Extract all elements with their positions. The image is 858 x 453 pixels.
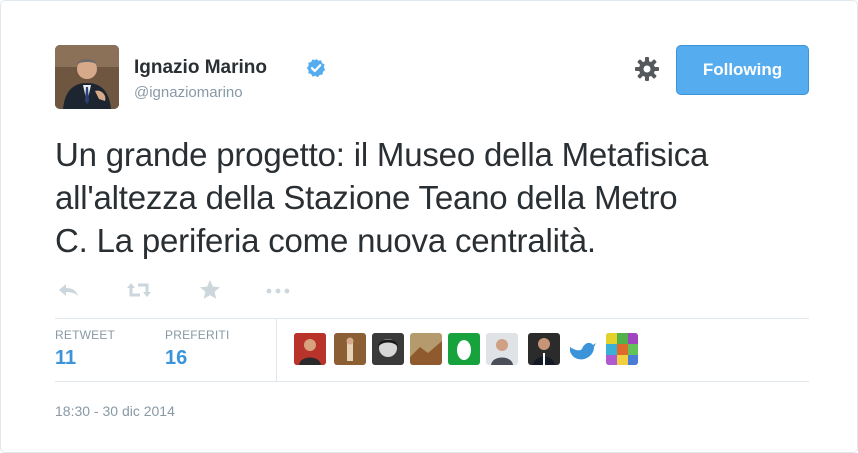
gear-icon[interactable]: [633, 55, 661, 83]
favorites-count[interactable]: 16: [165, 347, 187, 370]
avatar[interactable]: [448, 333, 480, 365]
avatar[interactable]: [528, 333, 560, 365]
favorites-label[interactable]: PREFERITI: [165, 328, 229, 342]
divider: [55, 318, 809, 319]
more-icon[interactable]: [265, 278, 291, 302]
tweet-timestamp[interactable]: 18:30 - 30 dic 2014: [55, 403, 175, 419]
retweet-label[interactable]: RETWEET: [55, 328, 115, 342]
following-button[interactable]: Following: [676, 45, 809, 95]
verified-badge-icon: [306, 58, 326, 78]
twitter-bird-icon[interactable]: [566, 333, 598, 365]
retweet-count[interactable]: 11: [55, 347, 76, 370]
retweet-icon[interactable]: [125, 278, 153, 302]
stats-separator: [276, 319, 277, 381]
tweet-text-line: Un grande progetto: il Museo della Metaf…: [55, 136, 709, 173]
tweet-card: Ignazio Marino @ignaziomarino Following …: [0, 0, 858, 453]
avatar[interactable]: [334, 333, 366, 365]
user-handle[interactable]: @ignaziomarino: [134, 84, 243, 101]
avatar[interactable]: [55, 45, 119, 109]
avatar[interactable]: [372, 333, 404, 365]
tweet-text-line: all'altezza della Stazione Teano della M…: [55, 179, 678, 216]
divider: [55, 381, 809, 382]
avatar[interactable]: [486, 333, 518, 365]
avatar[interactable]: [606, 333, 638, 365]
avatar[interactable]: [294, 333, 326, 365]
avatar[interactable]: [410, 333, 442, 365]
tweet-text: Un grande progetto: il Museo della Metaf…: [55, 133, 825, 262]
user-name[interactable]: Ignazio Marino: [134, 57, 267, 79]
star-icon[interactable]: [198, 278, 222, 302]
tweet-text-line: C. La periferia come nuova centralità.: [55, 222, 596, 259]
reply-icon[interactable]: [55, 278, 81, 302]
